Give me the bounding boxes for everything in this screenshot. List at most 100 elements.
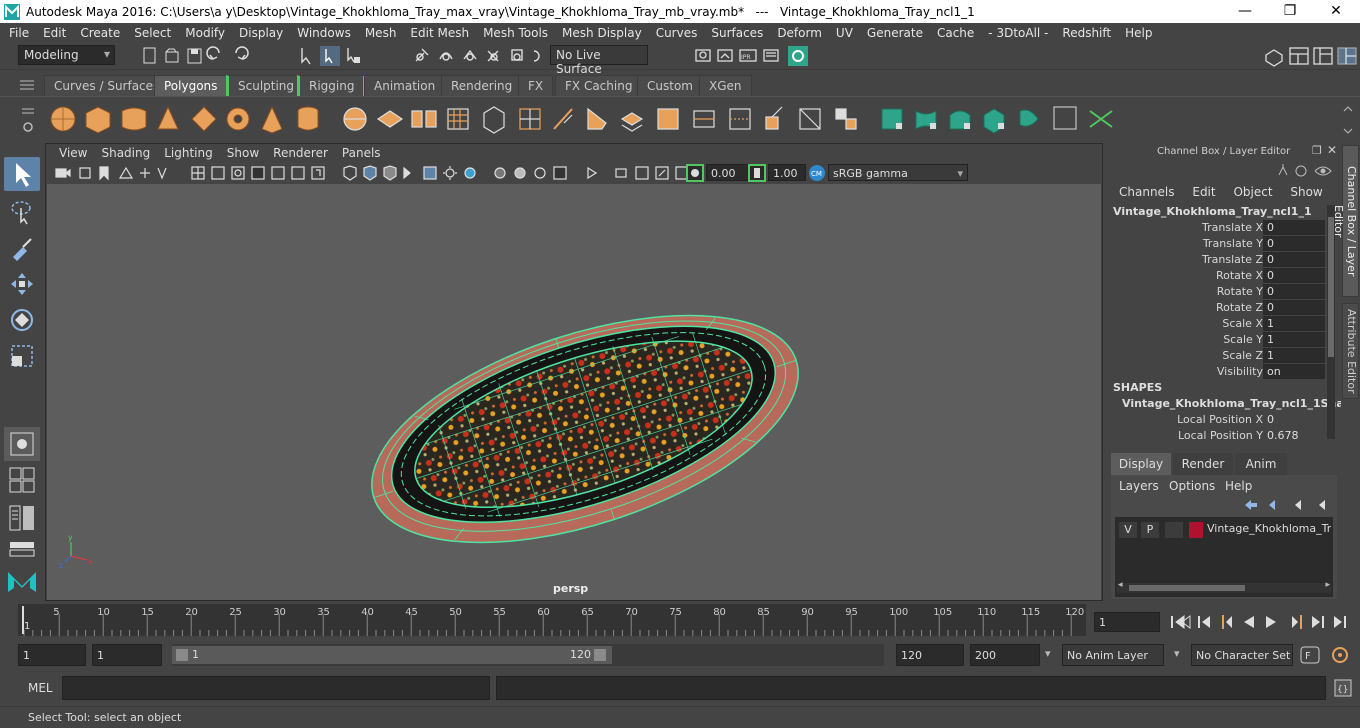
menu-mesh-tools[interactable]: Mesh Tools xyxy=(476,26,555,40)
uv-tools-icons[interactable] xyxy=(876,101,1122,137)
layer-action-icons[interactable] xyxy=(1239,497,1329,513)
menu-display[interactable]: Display xyxy=(232,26,290,40)
character-set-select[interactable]: No Character Set xyxy=(1191,644,1293,666)
menu-redshift[interactable]: Redshift xyxy=(1055,26,1118,40)
layer-hscrollbar[interactable]: ◂ ▸ xyxy=(1117,580,1331,593)
exposure-icon[interactable] xyxy=(686,164,704,182)
workspace-icons[interactable] xyxy=(1262,45,1358,67)
channel-value[interactable]: 0 xyxy=(1263,284,1325,299)
layer-name[interactable]: Vintage_Khokhloma_Tray xyxy=(1207,522,1331,535)
close-button[interactable]: ✕ xyxy=(1313,0,1359,23)
shelf-options-icon[interactable] xyxy=(20,101,36,137)
layer-tab-render[interactable]: Render xyxy=(1173,453,1233,475)
single-view-layout-button[interactable] xyxy=(4,427,40,461)
color-management-icon[interactable]: CM xyxy=(808,164,826,182)
channel-label[interactable]: Rotate X xyxy=(1216,269,1263,282)
channel-value[interactable]: 1 xyxy=(1263,332,1325,347)
menu-cache[interactable]: Cache xyxy=(930,26,981,40)
channel-value[interactable]: 0 xyxy=(1263,236,1325,251)
poly-modeling-tools-icons[interactable] xyxy=(338,101,868,137)
menu-edit[interactable]: Edit xyxy=(36,26,73,40)
menu-curves[interactable]: Curves xyxy=(649,26,705,40)
menu-mesh-display[interactable]: Mesh Display xyxy=(555,26,649,40)
shape-channel-value[interactable]: 0 xyxy=(1263,412,1325,427)
menu-edit-mesh[interactable]: Edit Mesh xyxy=(403,26,476,40)
persp-outliner-layout-button[interactable] xyxy=(4,503,40,533)
panel-menu-panels[interactable]: Panels xyxy=(335,146,388,160)
menu-modify[interactable]: Modify xyxy=(178,26,232,40)
layer-playback-toggle[interactable]: P xyxy=(1141,522,1159,538)
poly-primitives-icons[interactable] xyxy=(46,101,336,137)
channel-value[interactable]: 0 xyxy=(1263,268,1325,283)
gamma-icon[interactable] xyxy=(748,164,766,182)
shelf-tab-fx-caching[interactable]: FX Caching xyxy=(555,75,643,96)
render-toolbar-icons[interactable]: IPR xyxy=(692,45,812,67)
range-handle-end[interactable] xyxy=(594,649,606,661)
current-time-marker[interactable] xyxy=(22,606,24,634)
float-panel-icon[interactable]: ❐ xyxy=(1312,144,1322,157)
rotate-tool-button[interactable] xyxy=(4,303,40,337)
menu-select[interactable]: Select xyxy=(127,26,178,40)
menu-uv[interactable]: UV xyxy=(829,26,860,40)
shelf-tab-xgen[interactable]: XGen xyxy=(699,75,752,96)
channel-value[interactable]: on xyxy=(1263,364,1325,379)
layer-tab-display[interactable]: Display xyxy=(1111,453,1171,475)
playback-end-field[interactable]: 120 xyxy=(896,644,964,666)
layer-color-swatch[interactable] xyxy=(1189,522,1203,538)
snap-icons[interactable] xyxy=(412,45,546,67)
scale-tool-button[interactable] xyxy=(4,339,40,373)
side-tab-channel-box[interactable]: Channel Box / Layer Editor xyxy=(1332,145,1359,297)
object-name[interactable]: Vintage_Khokhloma_Tray_ncl1_1 xyxy=(1113,205,1312,218)
menu-generate[interactable]: Generate xyxy=(860,26,930,40)
tray-model[interactable]: x y z xyxy=(47,184,1101,600)
layer-menu-options[interactable]: Options xyxy=(1169,479,1215,493)
range-handle-start[interactable] xyxy=(176,649,188,661)
channel-box-scrollbar[interactable] xyxy=(1327,205,1335,439)
four-view-layout-button[interactable] xyxy=(4,465,40,495)
channel-label[interactable]: Translate Y xyxy=(1203,237,1263,250)
scrollbar-thumb[interactable] xyxy=(1129,585,1245,591)
panel-menu-show[interactable]: Show xyxy=(220,146,266,160)
channel-label[interactable]: Scale Z xyxy=(1222,349,1263,362)
live-surface-field[interactable]: No Live Surface xyxy=(550,45,648,76)
channel-value[interactable]: 1 xyxy=(1263,316,1325,331)
channel-box-icons[interactable] xyxy=(1275,163,1339,179)
graph-layout-button[interactable] xyxy=(4,539,40,559)
side-tab-attribute-editor[interactable]: Attribute Editor xyxy=(1342,303,1359,399)
menu-windows[interactable]: Windows xyxy=(290,26,358,40)
layer-tab-anim[interactable]: Anim xyxy=(1235,453,1287,475)
animation-start-field[interactable]: 1 xyxy=(18,644,86,666)
shelf-menu-icon[interactable] xyxy=(20,80,34,90)
panel-menu-view[interactable]: View xyxy=(52,146,94,160)
gamma-field[interactable]: 1.00 xyxy=(768,164,806,181)
shelf-tab-custom[interactable]: Custom xyxy=(637,75,703,96)
channel-menu-show[interactable]: Show xyxy=(1290,185,1322,199)
script-editor-icon[interactable]: {} xyxy=(1334,679,1352,697)
shelf-tab-polygons[interactable]: Polygons xyxy=(154,75,228,96)
menu-file[interactable]: File xyxy=(2,26,36,40)
channel-value[interactable]: 0 xyxy=(1263,220,1325,235)
channel-menu-object[interactable]: Object xyxy=(1233,185,1272,199)
paint-select-tool-button[interactable] xyxy=(4,231,40,265)
maya-home-button[interactable] xyxy=(4,563,40,597)
anim-layer-select[interactable]: No Anim Layer xyxy=(1062,644,1164,666)
close-panel-icon[interactable]: ✕ xyxy=(1327,143,1337,157)
playback-start-field[interactable]: 1 xyxy=(92,644,162,666)
chevron-down-icon[interactable]: ▾ xyxy=(1174,647,1180,660)
channel-label[interactable]: Visibility xyxy=(1217,365,1263,378)
move-tool-button[interactable] xyxy=(4,267,40,301)
shelf-tab-animation[interactable]: Animation xyxy=(364,75,446,96)
shelf-tab-curves-surfaces[interactable]: Curves / Surfaces xyxy=(44,75,170,96)
channel-label[interactable]: Translate Z xyxy=(1202,253,1263,266)
range-slider-handle[interactable] xyxy=(172,646,612,664)
shape-channel-label[interactable]: Local Position Y xyxy=(1178,429,1263,442)
menu-deform[interactable]: Deform xyxy=(770,26,829,40)
channel-label[interactable]: Rotate Y xyxy=(1217,285,1263,298)
layer-visibility-toggle[interactable]: V xyxy=(1119,522,1137,538)
shape-name[interactable]: Vintage_Khokhloma_Tray_ncl1_1Sha... xyxy=(1122,397,1356,410)
shelf-tab-fx[interactable]: FX xyxy=(518,75,554,96)
command-input[interactable] xyxy=(62,676,490,700)
scrollbar-thumb[interactable] xyxy=(1328,217,1334,357)
panel-toolbar-icons[interactable] xyxy=(54,164,690,182)
layer-menu-layers[interactable]: Layers xyxy=(1119,479,1159,493)
